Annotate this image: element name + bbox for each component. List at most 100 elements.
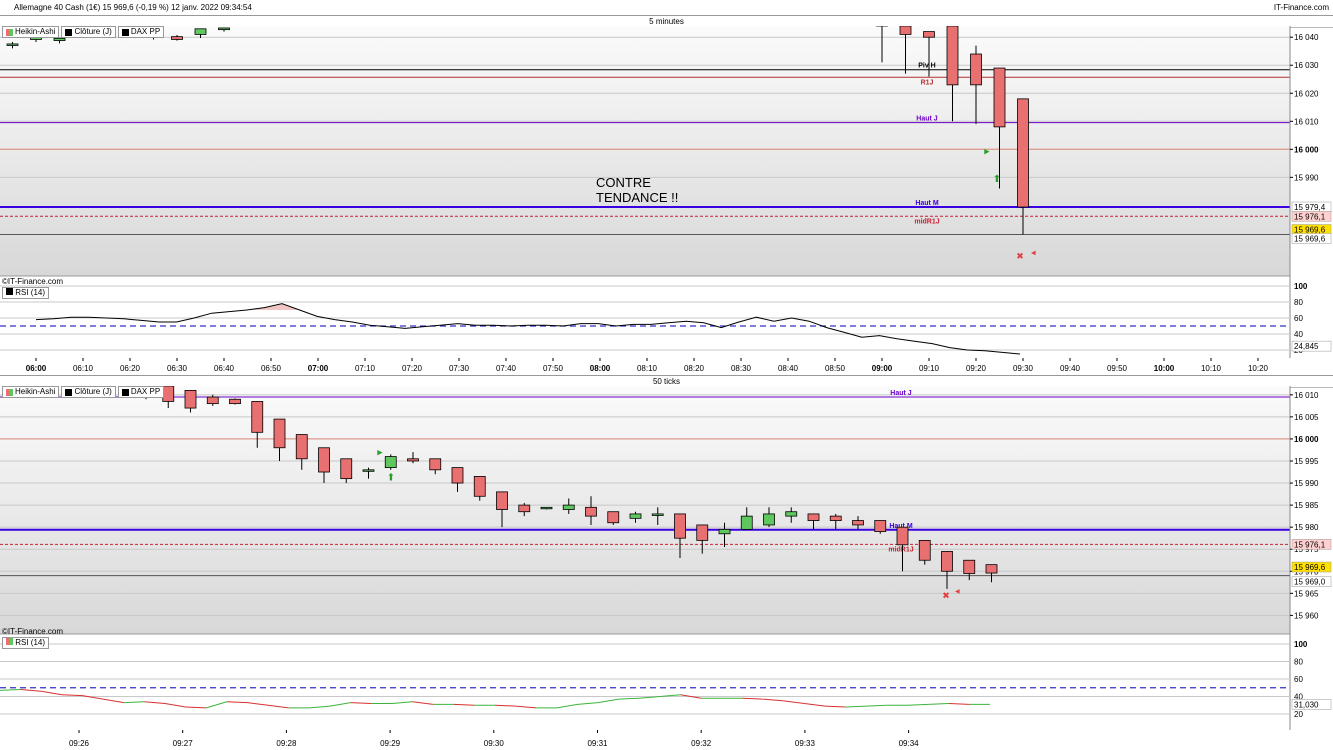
candle-body xyxy=(1017,98,1029,208)
level-label: R1J xyxy=(921,79,934,86)
x-tick-label: 09:30 xyxy=(484,739,505,748)
x-tick-label: 06:50 xyxy=(261,364,282,373)
rsi-tick-label: 100 xyxy=(1294,282,1308,291)
sell-cross-icon: ✖ xyxy=(1016,251,1024,261)
rsi-tick-label: 80 xyxy=(1294,298,1303,307)
instrument-title: Allemagne 40 Cash (1€) 15 969,6 (-0,19 %… xyxy=(14,3,252,12)
rsi-segment xyxy=(391,701,413,704)
rsi-segment xyxy=(309,705,331,709)
x-tick-label: 06:00 xyxy=(26,364,47,373)
y-tick-label: 16 010 xyxy=(1294,117,1319,126)
rsi-segment xyxy=(226,701,248,704)
x-tick-label: 09:10 xyxy=(919,364,940,373)
candle-body xyxy=(384,456,397,469)
candle-body xyxy=(941,551,953,572)
candle-body xyxy=(651,513,664,516)
watermark-top: ©IT-Finance.com xyxy=(2,277,64,286)
candle-body xyxy=(171,36,183,40)
close-series-icon xyxy=(65,388,73,396)
rsi-segment xyxy=(268,704,289,709)
x-tick-label: 10:20 xyxy=(1248,364,1269,373)
x-tick-label: 09:26 xyxy=(69,739,90,748)
candle-body xyxy=(993,67,1006,128)
rsi-segment xyxy=(41,690,62,696)
rsi-segment xyxy=(824,705,846,708)
y-tick-label: 15 960 xyxy=(1294,611,1319,620)
x-tick-label: 10:00 xyxy=(1154,364,1175,373)
rsi-segment xyxy=(598,698,619,704)
y-tick-label: 15 980 xyxy=(1294,523,1319,532)
rsi-tick-label: 60 xyxy=(1294,314,1303,323)
legend-pivot[interactable]: DAX PP xyxy=(117,386,165,398)
rsi-segment xyxy=(907,703,929,706)
candle-body xyxy=(318,447,330,473)
price-tag-label: 15 969,6 xyxy=(1294,563,1326,572)
brand-label: IT-Finance.com xyxy=(1273,3,1329,12)
candle-body xyxy=(562,504,575,510)
candle-body xyxy=(829,515,842,521)
rsi-label-bottom: RSI (14) xyxy=(2,637,50,649)
legend-close[interactable]: Clôture (J) xyxy=(61,386,116,398)
legend-heikin-ashi[interactable]: Heikin-Ashi xyxy=(2,26,60,38)
y-tick-label: 15 965 xyxy=(1294,589,1319,598)
x-tick-label: 09:29 xyxy=(380,739,401,748)
x-tick-label: 07:50 xyxy=(543,364,564,373)
panel-title-label: 50 ticks xyxy=(652,377,681,386)
level-label: Haut M xyxy=(915,200,939,207)
rsi-segment xyxy=(515,705,537,709)
rsi-segment xyxy=(0,689,21,691)
candle-body xyxy=(162,386,175,402)
sell-cross-icon: ✖ xyxy=(942,591,950,601)
candle-body xyxy=(718,528,731,535)
level-label: midR1J xyxy=(888,546,913,553)
candle-body xyxy=(585,506,597,517)
x-tick-label: 09:31 xyxy=(587,739,608,748)
legend-heikin-ashi[interactable]: Heikin-Ashi xyxy=(2,386,60,398)
x-tick-label: 08:20 xyxy=(684,364,705,373)
x-tick-label: 08:10 xyxy=(637,364,658,373)
rsi-segment xyxy=(185,706,207,709)
x-tick-label: 09:28 xyxy=(276,739,297,748)
watermark-bottom: ©IT-Finance.com xyxy=(2,627,64,636)
rsi-segment xyxy=(845,705,867,708)
legend-close[interactable]: Clôture (J) xyxy=(61,26,116,38)
buy-flag-icon: ▶ xyxy=(984,149,990,156)
legend-pivot[interactable]: DAX PP xyxy=(117,26,165,38)
candle-body xyxy=(429,458,442,471)
rsi-overbought-fill xyxy=(36,303,1020,310)
x-axis-band xyxy=(0,730,1333,750)
candle-body xyxy=(763,513,775,526)
x-tick-label: 06:30 xyxy=(167,364,188,373)
candle-body xyxy=(362,469,375,472)
candle-body xyxy=(946,26,959,86)
candle-body xyxy=(852,520,864,526)
price-tag-label: 15 976,1 xyxy=(1294,540,1326,549)
candle-body xyxy=(251,401,264,433)
rsi-tick-label: 60 xyxy=(1294,675,1303,684)
x-tick-label: 08:50 xyxy=(825,364,846,373)
candle-body xyxy=(807,513,820,521)
price-chart-50ticks[interactable]: Haut JHaut MmidR1J⬆▶✖ ◀16 01016 00516 000… xyxy=(0,386,1333,750)
x-tick-label: 06:20 xyxy=(120,364,141,373)
rsi-segment xyxy=(763,698,784,702)
x-tick-label: 09:27 xyxy=(173,739,194,748)
rsi-segment xyxy=(329,702,351,707)
price-chart-5min[interactable]: Piv H R1J Haut J Haut M midR1J ⬆ ▶ ✖ ◀ 16 040 16 0… xyxy=(0,26,1333,384)
rsi-segment xyxy=(350,702,372,704)
heikin-ashi-icon xyxy=(6,388,13,396)
x-tick-label: 08:00 xyxy=(590,364,611,373)
candle-body xyxy=(629,513,642,519)
candle-body xyxy=(740,515,753,530)
trend-annotation: CONTRE TENDANCE !! xyxy=(596,175,679,205)
y-tick-label: 16 010 xyxy=(1294,391,1319,400)
rsi-segment xyxy=(123,701,145,704)
x-tick-label: 09:20 xyxy=(966,364,987,373)
y-tick-label: 15 990 xyxy=(1294,479,1319,488)
y-tick-label: 16 040 xyxy=(1294,33,1319,42)
y-tick-label: 16 000 xyxy=(1294,435,1319,444)
x-tick-label: 09:30 xyxy=(1013,364,1034,373)
x-tick-label: 09:40 xyxy=(1060,364,1081,373)
price-tag-label: 15 969,6 xyxy=(1294,225,1326,234)
price-tag-label: 24,845 xyxy=(1294,342,1319,351)
rsi-segment xyxy=(453,703,475,706)
